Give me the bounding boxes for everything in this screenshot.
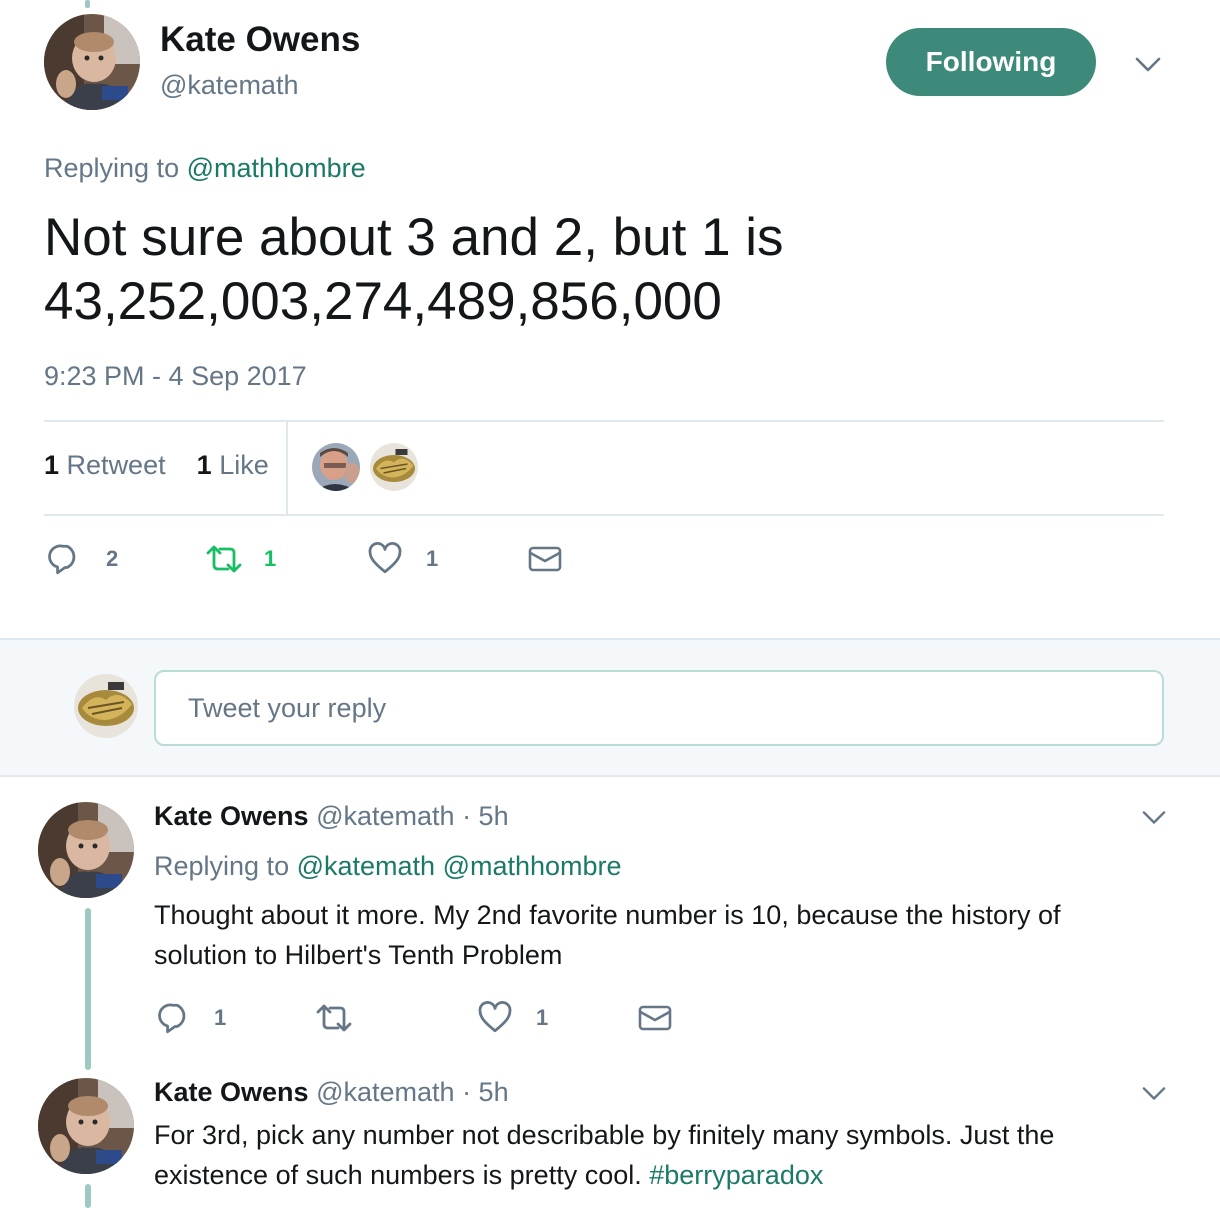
reply-author-name[interactable]: Kate Owens — [154, 801, 309, 831]
retweet-stat[interactable]: 1 Retweet — [44, 450, 166, 480]
reply-action[interactable]: 1 — [158, 1001, 226, 1035]
hashtag-link[interactable]: #berryparadox — [649, 1160, 823, 1190]
envelope-icon — [638, 1003, 672, 1033]
heart-icon — [478, 1001, 512, 1035]
replying-to: Replying to @mathhombre — [44, 153, 366, 184]
reply-header: Kate Owens @katemath · 5h — [154, 1077, 509, 1108]
retweet-icon — [204, 542, 244, 576]
author-name[interactable]: Kate Owens — [160, 20, 360, 60]
reply-icon — [158, 1001, 192, 1035]
reply-author-avatar[interactable] — [38, 802, 134, 898]
reply-author-avatar[interactable] — [38, 1078, 134, 1174]
following-button[interactable]: Following — [886, 28, 1096, 96]
reply-header: Kate Owens @katemath · 5h — [154, 801, 509, 832]
current-user-avatar — [74, 674, 138, 738]
retweet-count: 1 — [264, 546, 277, 571]
envelope-icon — [528, 544, 562, 574]
replying-to: Replying to @katemath @mathhombre — [154, 851, 622, 882]
thread-line — [85, 1184, 91, 1208]
retweet-action[interactable] — [314, 1001, 378, 1035]
reply-input[interactable]: Tweet your reply — [154, 670, 1164, 746]
stats-divider — [286, 422, 288, 515]
tweet-text-line: Not sure about 3 and 2, but 1 is — [44, 208, 784, 267]
author-handle[interactable]: @katemath — [160, 70, 298, 101]
reply-count: 1 — [214, 1005, 227, 1030]
reply-text: Thought about it more. My 2nd favorite n… — [154, 900, 1061, 970]
like-stat[interactable]: 1 Like — [197, 450, 269, 480]
reply-text: For 3rd, pick any number not describable… — [154, 1115, 1154, 1195]
chevron-down-icon[interactable] — [1141, 806, 1167, 828]
like-count: 1 — [536, 1005, 549, 1030]
replying-prefix: Replying to — [44, 153, 180, 183]
reply-time[interactable]: · 5h — [462, 801, 509, 831]
thread-line-top — [85, 0, 90, 8]
replying-prefix: Replying to — [154, 851, 290, 881]
dm-action[interactable] — [528, 544, 562, 574]
author-avatar[interactable] — [44, 14, 140, 110]
reply-author-handle[interactable]: @katemath — [316, 1077, 454, 1107]
reply-text-body: For 3rd, pick any number not describable… — [154, 1120, 1055, 1190]
tweet-timestamp[interactable]: 9:23 PM - 4 Sep 2017 — [44, 361, 307, 392]
replying-to-links[interactable]: @katemath @mathhombre — [297, 851, 622, 881]
liker-avatar[interactable] — [312, 443, 360, 491]
chevron-down-icon[interactable] — [1141, 1082, 1167, 1104]
liker-avatar[interactable] — [370, 443, 418, 491]
divider — [44, 420, 1164, 422]
divider — [44, 514, 1164, 516]
heart-icon — [368, 542, 402, 576]
tweet-text: Not sure about 3 and 2, but 1 is 43,252,… — [44, 206, 1184, 334]
retweet-icon — [314, 1001, 354, 1035]
like-action[interactable]: 1 — [478, 1001, 548, 1035]
like-count: 1 — [426, 546, 439, 571]
reply-action[interactable]: 2 — [48, 542, 118, 576]
reply-icon — [48, 542, 82, 576]
tweet-text-line: 43,252,003,274,489,856,000 — [44, 272, 722, 331]
reply-author-name[interactable]: Kate Owens — [154, 1077, 309, 1107]
retweet-action[interactable]: 1 — [204, 542, 276, 576]
replying-to-link[interactable]: @mathhombre — [187, 153, 366, 183]
like-action[interactable]: 1 — [368, 542, 438, 576]
reply-time[interactable]: · 5h — [462, 1077, 509, 1107]
tweet-stats: 1 Retweet 1 Like — [44, 450, 269, 481]
reply-author-handle[interactable]: @katemath — [316, 801, 454, 831]
thread-line — [85, 908, 91, 1070]
reply-count: 2 — [106, 546, 119, 571]
chevron-down-icon[interactable] — [1134, 52, 1162, 76]
dm-action[interactable] — [638, 1003, 672, 1033]
